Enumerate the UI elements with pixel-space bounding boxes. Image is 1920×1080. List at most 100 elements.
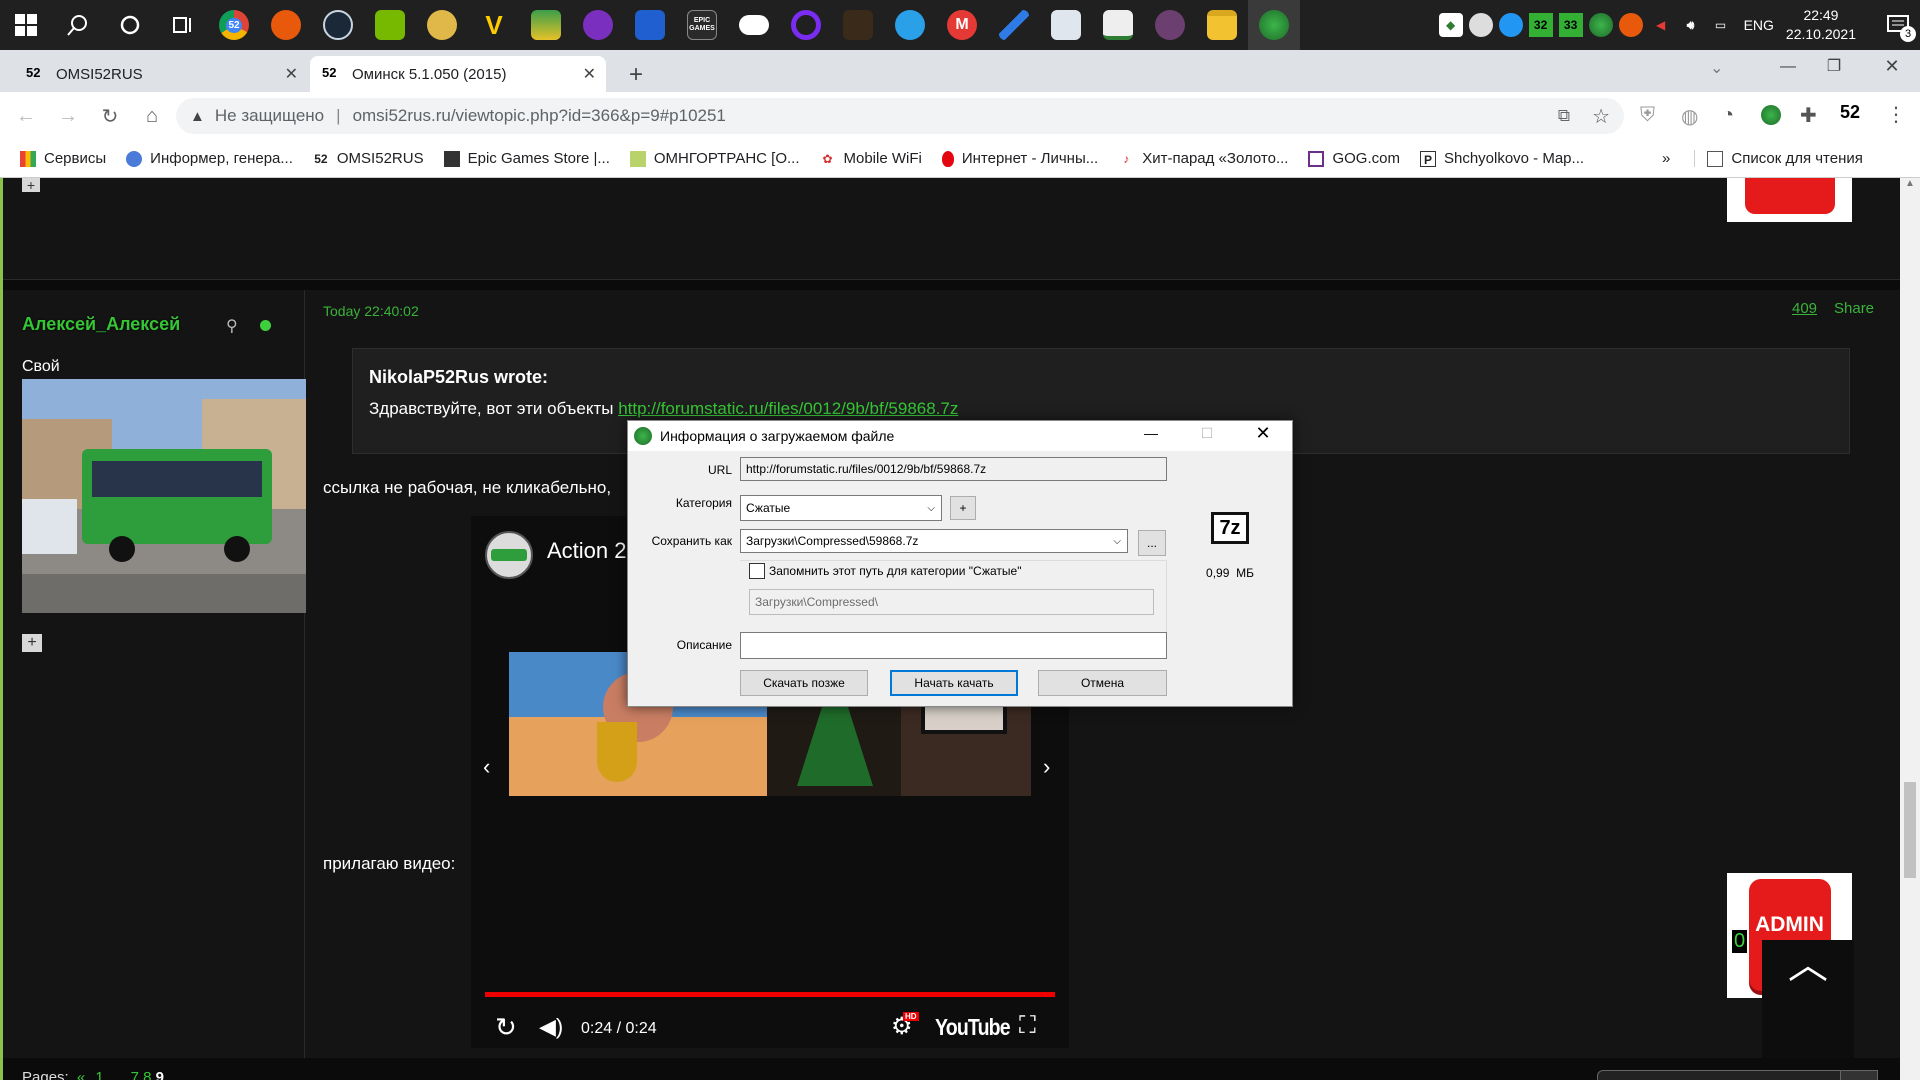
close-window-button[interactable]: ✕ [1872,56,1912,77]
scroll-to-top-button[interactable]: ︿ [1762,940,1854,1058]
taskbar-app-6[interactable] [520,0,572,50]
taskbar-app-17[interactable] [1040,0,1092,50]
tab-search-icon[interactable]: ⌄ [1710,58,1723,78]
dialog-minimize-button[interactable]: — [1128,425,1174,441]
taskbar-app-epic[interactable]: EPIC GAMES [676,0,728,50]
taskbar-app-4[interactable] [416,0,468,50]
bookmark-omsi52rus[interactable]: 52 OMSI52RUS [313,150,423,167]
forum-search-input[interactable] [1597,1070,1877,1080]
taskbar-app-12[interactable] [780,0,832,50]
prev-video-icon[interactable]: ‹ [483,754,490,780]
security-label[interactable]: Не защищено [215,106,324,126]
volume-icon[interactable]: ◀) [539,1014,563,1040]
post-timestamp[interactable]: Today 22:40:02 [323,303,419,319]
omnibox[interactable]: ▲ Не защищено | omsi52rus.ru/viewtopic.p… [176,98,1624,134]
tab-omsi52rus[interactable]: 52 OMSI52RUS ✕ [14,56,308,92]
dialog-titlebar[interactable]: Информация о загружаемом файле — ☐ ✕ [628,421,1292,451]
dialog-close-button[interactable]: ✕ [1240,423,1286,444]
search-button[interactable] [52,0,104,50]
bookmark-star-icon[interactable]: ☆ [1592,104,1610,129]
home-button[interactable]: ⌂ [136,100,168,132]
extension-speed-icon[interactable]: ◔ [1722,104,1734,127]
taskbar-app-7[interactable] [572,0,624,50]
scrollbar-thumb[interactable] [1904,782,1916,878]
quote-file-link[interactable]: http://forumstatic.ru/files/0012/9b/bf/5… [618,399,958,418]
bookmark-informer[interactable]: Информер, генера... [126,150,293,167]
settings-gear-icon[interactable]: ⚙ HD [891,1012,919,1041]
save-as-combobox[interactable]: Загрузки\Compressed\59868.7z ⌵ [740,529,1128,553]
translate-icon[interactable]: ⧉ [1558,106,1570,126]
language-indicator[interactable]: ENG [1744,17,1774,33]
bookmark-shchyolkovo[interactable]: P Shchyolkovo - Map... [1419,150,1584,167]
extension-idm-icon[interactable] [1761,105,1781,125]
cortana-button[interactable] [104,0,156,50]
tray-num-33-icon[interactable]: 33 [1558,13,1583,37]
extension-globe-icon[interactable]: ◍ [1681,104,1698,129]
taskbar-app-gamepad[interactable] [728,0,780,50]
page-8-link[interactable]: 8 [143,1069,151,1080]
reload-button[interactable]: ↻ [94,100,126,132]
volume-icon[interactable]: 🔊︎ [1679,13,1703,37]
close-tab-icon[interactable]: ✕ [285,64,298,84]
post-number-link[interactable]: 409 [1792,300,1817,317]
taskbar-app-13[interactable] [832,0,884,50]
tray-app-orange-icon[interactable] [1618,13,1643,37]
fullscreen-icon[interactable]: ⛶ [1019,1012,1036,1040]
video-progress-track[interactable] [485,992,1055,997]
next-video-icon[interactable]: › [1043,754,1050,780]
taskbar-app-nvidia[interactable] [364,0,416,50]
taskbar-app-vegas[interactable]: V [468,0,520,50]
taskbar-app-15[interactable]: M [936,0,988,50]
forum-search-button[interactable] [1840,1070,1878,1080]
tray-num-32-icon[interactable]: 32 [1528,13,1553,37]
taskbar-app-steam[interactable] [312,0,364,50]
url-text[interactable]: omsi52rus.ru/viewtopic.php?id=366&p=9#p1… [353,106,726,126]
cancel-button[interactable]: Отмена [1038,670,1167,696]
scroll-up-icon[interactable]: ▲ [1900,178,1920,189]
bookmarks-overflow[interactable]: » [1662,150,1670,167]
defender-icon[interactable]: ◆ [1438,13,1463,37]
browse-button[interactable]: ... [1138,530,1166,556]
close-tab-icon[interactable]: ✕ [583,64,596,84]
tray-app-blue-icon[interactable] [1498,13,1523,37]
url-field[interactable]: http://forumstatic.ru/files/0012/9b/bf/5… [740,457,1167,481]
expand-toggle-icon[interactable]: + [22,634,42,652]
start-download-button[interactable]: Начать качать [890,670,1018,696]
youtube-logo[interactable]: YouTube [935,1014,1011,1041]
extension-shield-icon[interactable]: ⛨ [1640,104,1655,127]
channel-avatar[interactable] [485,531,533,579]
taskbar-app-explorer[interactable] [1196,0,1248,50]
restore-button[interactable]: ❐ [1814,56,1854,76]
post-author-name[interactable]: Алексей_Алексей [22,314,180,335]
bookmark-epic[interactable]: Epic Games Store |... [443,150,610,167]
bookmark-services[interactable]: Сервисы [20,150,106,167]
taskbar-app-idm[interactable] [1248,0,1300,50]
new-tab-button[interactable]: + [620,60,652,92]
page-prev-link[interactable]: « [77,1069,85,1080]
share-link[interactable]: Share [1834,300,1874,317]
bookmark-omngortrans[interactable]: ОМНГОРТРАНС [О... [629,150,800,167]
download-later-button[interactable]: Скачать позже [740,670,868,696]
taskbar-app-1[interactable] [260,0,312,50]
clock[interactable]: 22:49 22.10.2021 [1786,6,1856,44]
bookmark-mts[interactable]: Интернет - Личны... [941,150,1098,167]
extension-52-icon[interactable]: 52 [1840,102,1860,123]
bookmark-hit-parade[interactable]: ♪ Хит-парад «Золото... [1118,150,1288,167]
tray-app-ball-icon[interactable] [1468,13,1493,37]
replay-icon[interactable]: ↻ [495,1012,517,1043]
taskbar-app-8[interactable] [624,0,676,50]
category-select[interactable]: Сжатые ⌵ [740,495,942,521]
expand-toggle-icon[interactable]: + [22,178,40,192]
video-title[interactable]: Action 2 [547,538,627,564]
page-7-link[interactable]: 7 [131,1069,139,1080]
minimize-button[interactable]: — [1768,58,1808,76]
taskbar-app-16[interactable] [988,0,1040,50]
tab-ominsk[interactable]: 52 Оминск 5.1.050 (2015) ✕ [310,56,606,92]
tray-arrow-icon[interactable]: ◀ [1649,13,1673,37]
task-view-button[interactable] [156,0,208,50]
remember-path-checkbox[interactable] [749,563,765,579]
reading-list[interactable]: Список для чтения [1694,150,1863,167]
description-input[interactable] [740,632,1167,659]
page-scrollbar[interactable]: ▲ [1900,178,1920,1080]
extensions-puzzle-icon[interactable]: ✚ [1800,103,1817,128]
